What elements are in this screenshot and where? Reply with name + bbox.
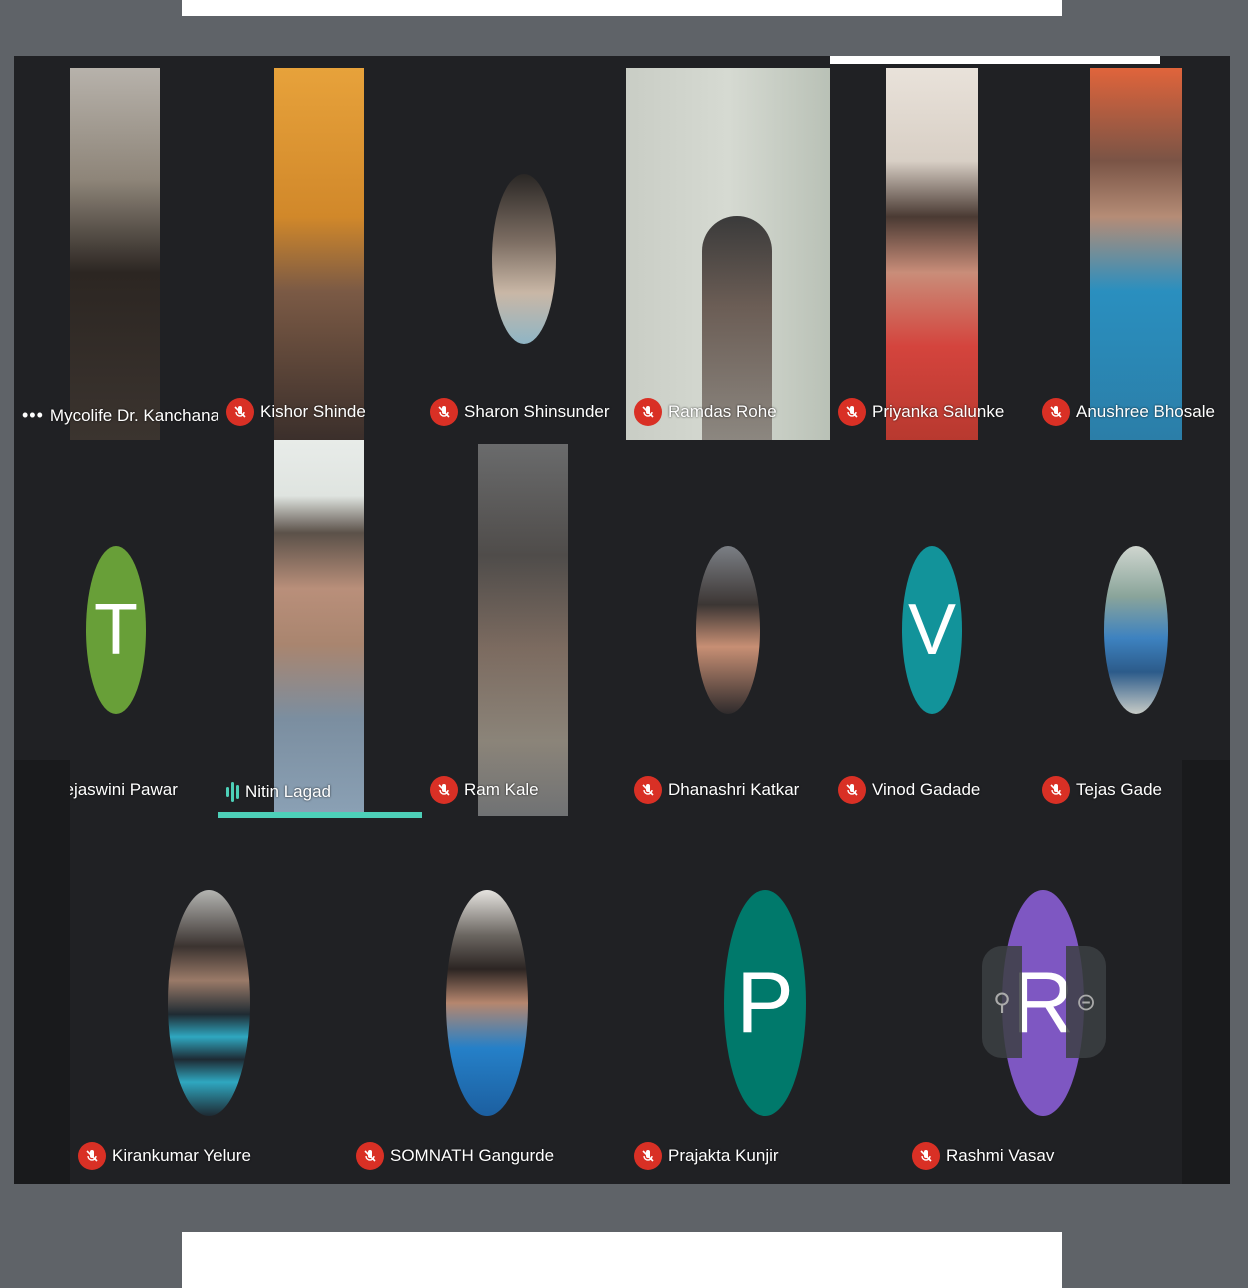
participant-namebar: Prajakta Kunjir <box>634 1142 779 1170</box>
participant-namebar: Priyanka Salunke <box>838 398 1004 426</box>
mic-off-icon <box>1042 398 1070 426</box>
participant-name: Mycolife Dr. Kanchanadi.. <box>49 405 218 425</box>
participant-tile[interactable]: Sharon Shinsunder <box>422 56 626 440</box>
participant-tile[interactable]: ••• Mycolife Dr. Kanchanadi.. <box>14 56 218 440</box>
participant-name: Rashmi Vasav <box>946 1146 1055 1165</box>
participant-tile-speaking[interactable]: Nitin Lagad <box>218 440 422 818</box>
participant-namebar: Rashmi Vasav <box>912 1142 1054 1170</box>
participant-tile[interactable]: R ⚲ ⊝ Rashmi Vasav <box>904 818 1182 1184</box>
participant-tile[interactable]: Priyanka Salunke <box>830 64 1034 440</box>
participant-namebar: Ramdas Rohe <box>634 398 777 426</box>
bottom-white-panel <box>182 1232 1062 1288</box>
participant-name: Prajakta Kunjir <box>668 1146 779 1165</box>
mic-off-icon <box>634 1142 662 1170</box>
video-feed <box>70 68 160 440</box>
avatar-initial: V <box>907 590 957 670</box>
participant-tile[interactable]: P Prajakta Kunjir <box>626 818 904 1184</box>
participant-name: Kirankumar Yelure <box>112 1146 251 1165</box>
participant-name: SOMNATH Gangurde <box>390 1146 555 1165</box>
video-feed <box>1090 68 1182 440</box>
participant-namebar: Ram Kale <box>430 776 539 804</box>
mic-off-icon <box>1042 776 1070 804</box>
participant-name: Vinod Gadade <box>872 780 981 799</box>
video-feed <box>478 444 568 816</box>
participant-tile[interactable]: Kishor Shinde <box>218 56 422 440</box>
participant-tile[interactable]: Ram Kale <box>422 440 626 818</box>
more-icon[interactable]: ••• <box>22 405 44 426</box>
mic-off-icon <box>430 398 458 426</box>
participant-name: Anushree Bhosale <box>1076 402 1215 421</box>
mic-off-icon <box>356 1142 384 1170</box>
row-padding-left <box>14 760 70 1184</box>
mic-off-icon <box>430 776 458 804</box>
participant-tile[interactable]: V Vinod Gadade <box>830 440 1034 818</box>
participant-tile[interactable]: SOMNATH Gangurde <box>348 818 626 1184</box>
participant-avatar: P <box>724 890 806 1116</box>
participant-photo <box>696 546 760 714</box>
participant-name: Tejaswini Pawar <box>56 780 178 799</box>
participant-name: Sharon Shinsunder <box>464 402 610 421</box>
participant-namebar: Nitin Lagad <box>226 780 331 804</box>
participant-name: Tejas Gade <box>1076 780 1162 799</box>
avatar-initial: T <box>94 590 138 670</box>
row-padding-right <box>1182 760 1230 1184</box>
participant-photo <box>446 890 528 1116</box>
participant-name: Kishor Shinde <box>260 402 366 421</box>
participant-avatar: V <box>902 546 962 714</box>
participant-tile[interactable]: Dhanashri Katkar <box>626 440 830 818</box>
mic-off-icon <box>634 398 662 426</box>
participant-name: Priyanka Salunke <box>872 402 1005 421</box>
participant-photo <box>168 890 250 1116</box>
mic-off-icon <box>226 398 254 426</box>
video-feed <box>274 440 364 812</box>
participant-namebar: SOMNATH Gangurde <box>356 1142 554 1170</box>
mic-off-icon <box>912 1142 940 1170</box>
participant-namebar: Anushree Bhosale <box>1042 398 1215 426</box>
video-feed <box>274 68 364 440</box>
pin-icon[interactable]: ⚲ <box>982 946 1022 1058</box>
participant-namebar: Vinod Gadade <box>838 776 980 804</box>
participant-name: Ram Kale <box>464 780 539 799</box>
participant-name: Ramdas Rohe <box>668 402 777 421</box>
participant-namebar: Dhanashri Katkar <box>634 776 799 804</box>
participant-namebar: Sharon Shinsunder <box>430 398 610 426</box>
participant-tile[interactable]: Kirankumar Yelure <box>70 818 348 1184</box>
mic-off-icon <box>634 776 662 804</box>
avatar-initial: P <box>736 954 794 1051</box>
video-feed <box>886 68 978 440</box>
top-white-panel <box>182 0 1062 16</box>
participant-avatar: T <box>86 546 146 714</box>
participant-tile[interactable]: Anushree Bhosale <box>1034 64 1230 440</box>
participant-namebar: Tejas Gade <box>1042 776 1162 804</box>
participant-namebar: Kishor Shinde <box>226 398 366 426</box>
participant-photo <box>1104 546 1168 714</box>
participant-photo <box>492 174 556 344</box>
participant-namebar: ••• Mycolife Dr. Kanchanadi.. <box>22 405 218 426</box>
mic-off-icon <box>838 398 866 426</box>
expand-icon[interactable]: ⊝ <box>1066 946 1106 1058</box>
participant-namebar: Kirankumar Yelure <box>78 1142 251 1170</box>
audio-wave-icon <box>226 780 239 804</box>
mic-off-icon <box>78 1142 106 1170</box>
participant-tile[interactable]: Ramdas Rohe <box>626 56 830 440</box>
participant-name: Nitin Lagad <box>245 782 332 801</box>
mic-off-icon <box>838 776 866 804</box>
participant-name: Dhanashri Katkar <box>668 780 800 799</box>
